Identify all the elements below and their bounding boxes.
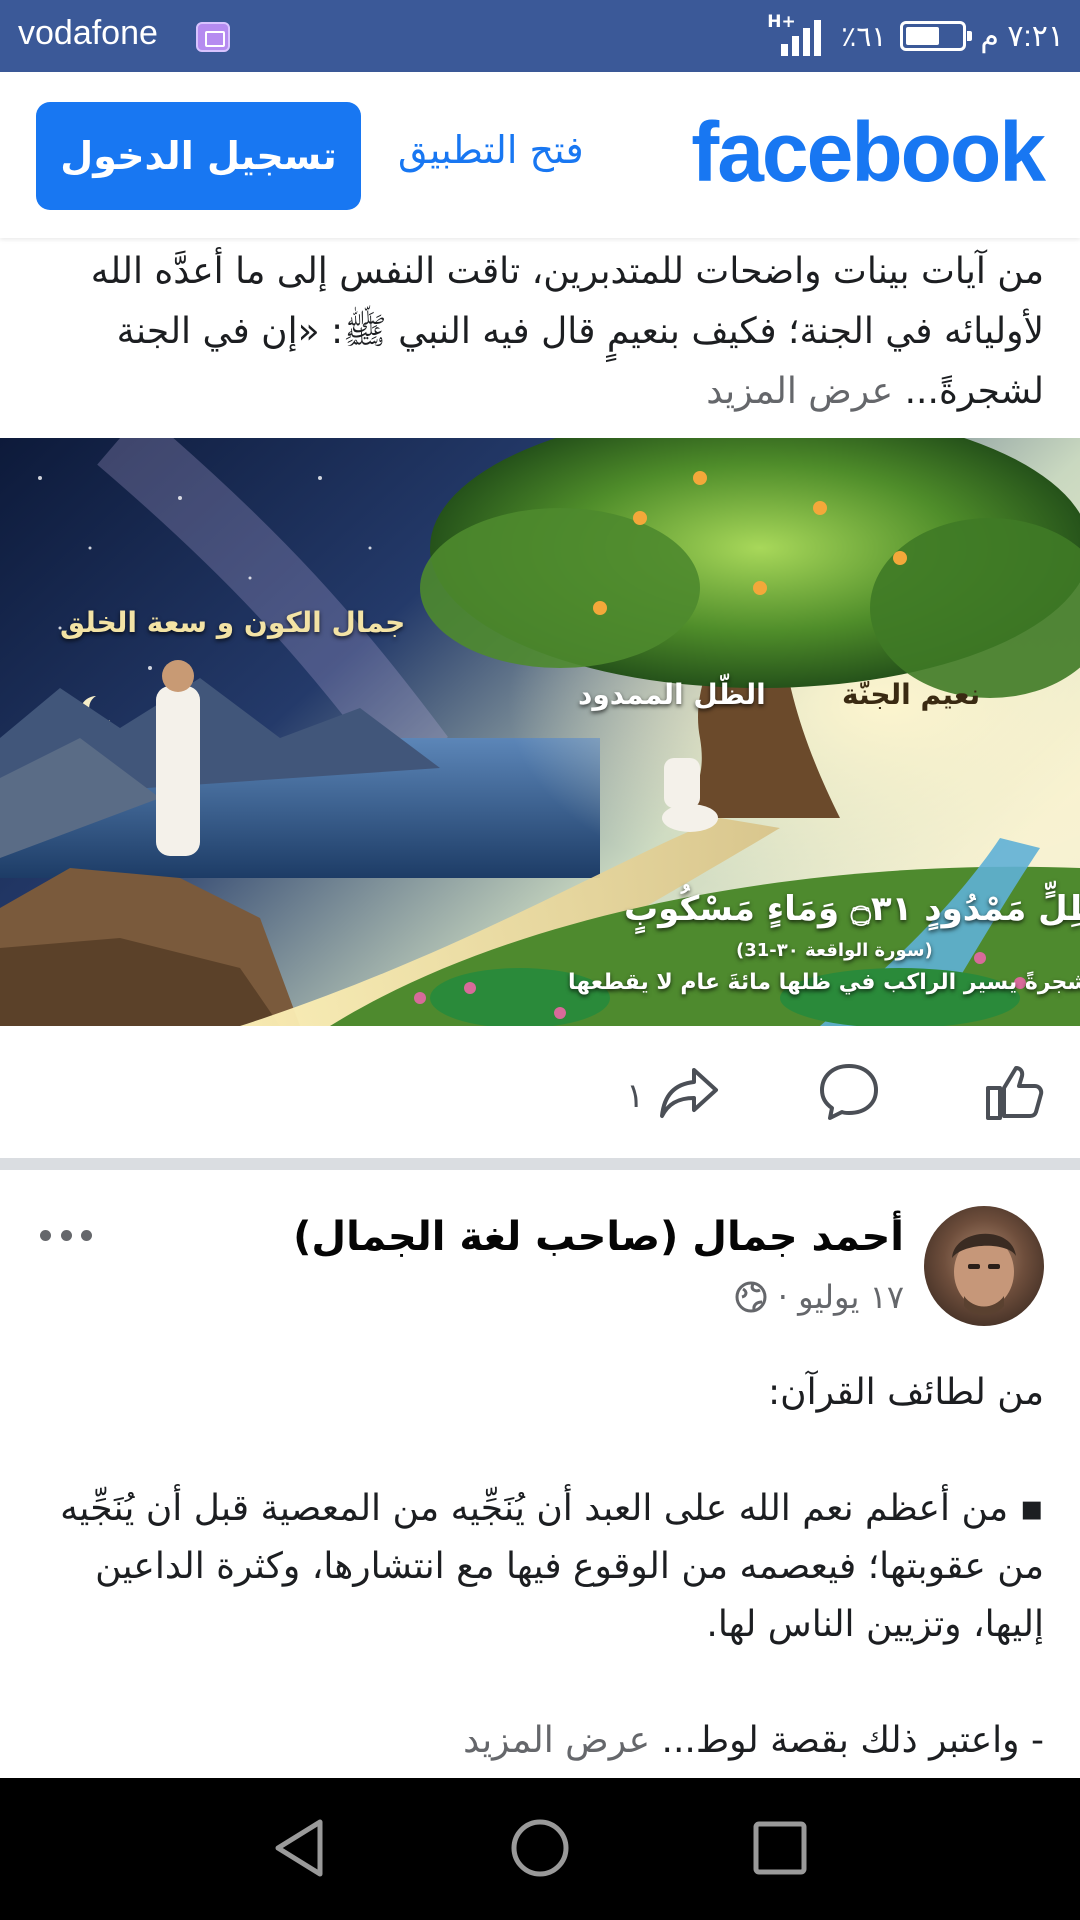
image-caption-shade: الظّل الممدود <box>578 678 766 711</box>
post-meta: ١٧ يوليو · <box>734 1278 904 1316</box>
facebook-header: تسجيل الدخول فتح التطبيق facebook <box>0 72 1080 238</box>
post-author[interactable]: أحمد جمال (صاحب لغة الجمال) <box>293 1214 904 1260</box>
carrier-name: vodafone <box>18 14 158 52</box>
post-date[interactable]: ١٧ يوليو · <box>778 1278 904 1316</box>
post-paragraph: ▪ من أعظم نعم الله على العبد أن يُنَجِّي… <box>60 1488 1044 1645</box>
facebook-logo[interactable]: facebook <box>691 104 1046 201</box>
status-bar: vodafone ٧:٢١ م ٦١٪ H+ <box>0 0 1080 72</box>
share-count: ١ <box>626 1076 645 1116</box>
recents-icon[interactable] <box>748 1816 812 1880</box>
open-app-link[interactable]: فتح التطبيق <box>398 128 584 172</box>
navigation-bar <box>0 1778 1080 1920</box>
status-indicators: ٧:٢١ م ٦١٪ H+ <box>767 12 1064 58</box>
post-paragraph-tail: - واعتبر ذلك بقصة لوط... <box>661 1720 1045 1761</box>
home-icon[interactable] <box>508 1816 572 1880</box>
post-divider <box>0 1158 1080 1170</box>
post-paragraph: من لطائف القرآن: <box>768 1372 1044 1413</box>
battery-percent: ٦١٪ <box>841 20 887 52</box>
more-options-button[interactable] <box>40 1222 92 1248</box>
comment-icon[interactable] <box>816 1060 882 1124</box>
login-button[interactable]: تسجيل الدخول <box>36 102 361 210</box>
image-verse: وَظِلٍّ مَمْدُودٍ ۝٣١ وَمَاءٍ مَسْكُوبٍ <box>624 889 1080 929</box>
battery-icon <box>900 21 973 51</box>
back-icon[interactable] <box>270 1816 330 1880</box>
like-icon[interactable] <box>982 1060 1046 1124</box>
image-verse-reference: (سورة الواقعة ٣٠-31) <box>736 940 933 961</box>
post-paragraph-truncated: - واعتبر ذلك بقصة لوط... عرض المزيد <box>36 1712 1044 1770</box>
share-icon[interactable] <box>656 1060 722 1124</box>
avatar[interactable] <box>924 1206 1044 1326</box>
image-caption-universe: جمال الكون و سعة الخلق <box>60 606 406 639</box>
post-image[interactable]: جمال الكون و سعة الخلق الظّل الممدود نعي… <box>0 438 1080 1026</box>
globe-icon <box>735 1281 767 1313</box>
signal-icon: H+ <box>767 12 827 58</box>
post-text: من آيات بينات واضحات للمتدبرين، تاقت الن… <box>36 242 1044 422</box>
paradise-illustration <box>0 438 1080 1026</box>
see-more-link[interactable]: عرض المزيد <box>463 1720 650 1761</box>
image-hadith: إن في الجنة لشجرةً يسير الراكب في ظلها م… <box>568 970 1080 995</box>
see-more-link[interactable]: عرض المزيد <box>706 371 893 412</box>
post-body: من آيات بينات واضحات للمتدبرين، تاقت الن… <box>90 251 1044 412</box>
gallery-notification-icon <box>196 22 230 52</box>
network-type: H+ <box>767 12 796 32</box>
image-caption-bliss: نعيم الجنّة <box>842 678 981 711</box>
post-text: من لطائف القرآن: ▪ من أعظم نعم الله على … <box>36 1364 1044 1770</box>
post-actions: ١ <box>0 1026 1080 1158</box>
clock: ٧:٢١ م <box>980 19 1064 53</box>
